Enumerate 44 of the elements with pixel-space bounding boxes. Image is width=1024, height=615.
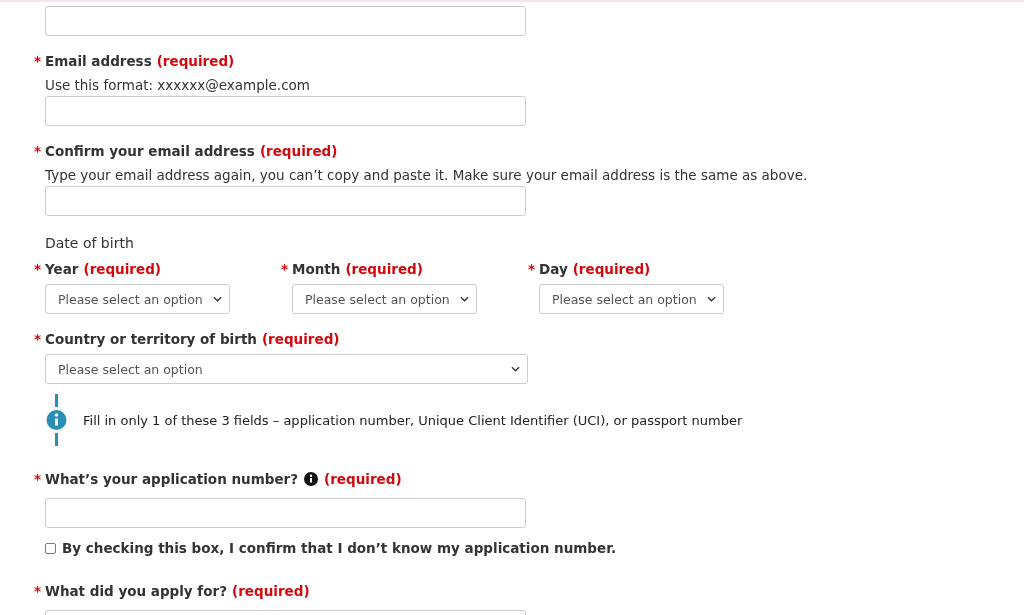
section-heading: Date of birth [45,234,135,253]
required-asterisk: * [34,471,40,487]
required-note: (required) [345,261,423,277]
required-note: (required) [232,583,310,599]
field-label: What’s your application number? [45,471,299,487]
required-asterisk: * [528,261,534,277]
field-label: Year [45,261,79,277]
required-note: (required) [259,143,338,159]
required-note: (required) [83,261,161,277]
select-field[interactable]: Please select an option [292,284,477,314]
field-label: Month [292,261,341,277]
field-label: Country or territory of birth [45,331,257,347]
required-asterisk: * [281,261,287,277]
input-field[interactable] [45,498,526,528]
caret-icon [460,296,469,302]
caret-icon [511,366,520,372]
checkbox-label: By checking this box, I confirm that I don’t know my application number. [62,540,616,556]
required-note: (required) [156,53,235,69]
checkbox[interactable] [45,542,56,554]
input-field[interactable] [45,96,526,126]
required-note: (required) [324,471,402,487]
field-label: What did you apply for? [45,583,227,599]
info-icon[interactable] [304,472,319,486]
info-icon [45,394,67,446]
caret-icon [213,296,222,302]
required-asterisk: * [34,583,40,599]
caret-icon [707,296,716,302]
required-asterisk: * [34,331,40,347]
info-text: Fill in only 1 of these 3 fields – application number, Unique Client Identifier (UCI), or passport number [83,412,743,428]
select-field[interactable]: Please select an option [45,354,528,384]
select-field[interactable]: Please select an option [539,284,724,314]
hint-text: Use this format: xxxxxx@example.com [45,76,311,95]
field-label: Day [539,261,568,277]
required-note: (required) [572,261,651,277]
select-field[interactable]: Please select an option [45,284,230,314]
required-note: (required) [261,331,340,347]
input-field[interactable] [45,6,526,36]
field-label: Email address [45,53,152,69]
field-label: Confirm your email address [45,143,255,159]
input-field[interactable] [45,186,526,216]
required-asterisk: * [34,143,40,159]
required-asterisk: * [34,261,40,277]
hint-text: Type your email address again, you can’t copy and paste it. Make sure your email address is the same as above. [45,166,809,185]
required-asterisk: * [34,53,40,69]
